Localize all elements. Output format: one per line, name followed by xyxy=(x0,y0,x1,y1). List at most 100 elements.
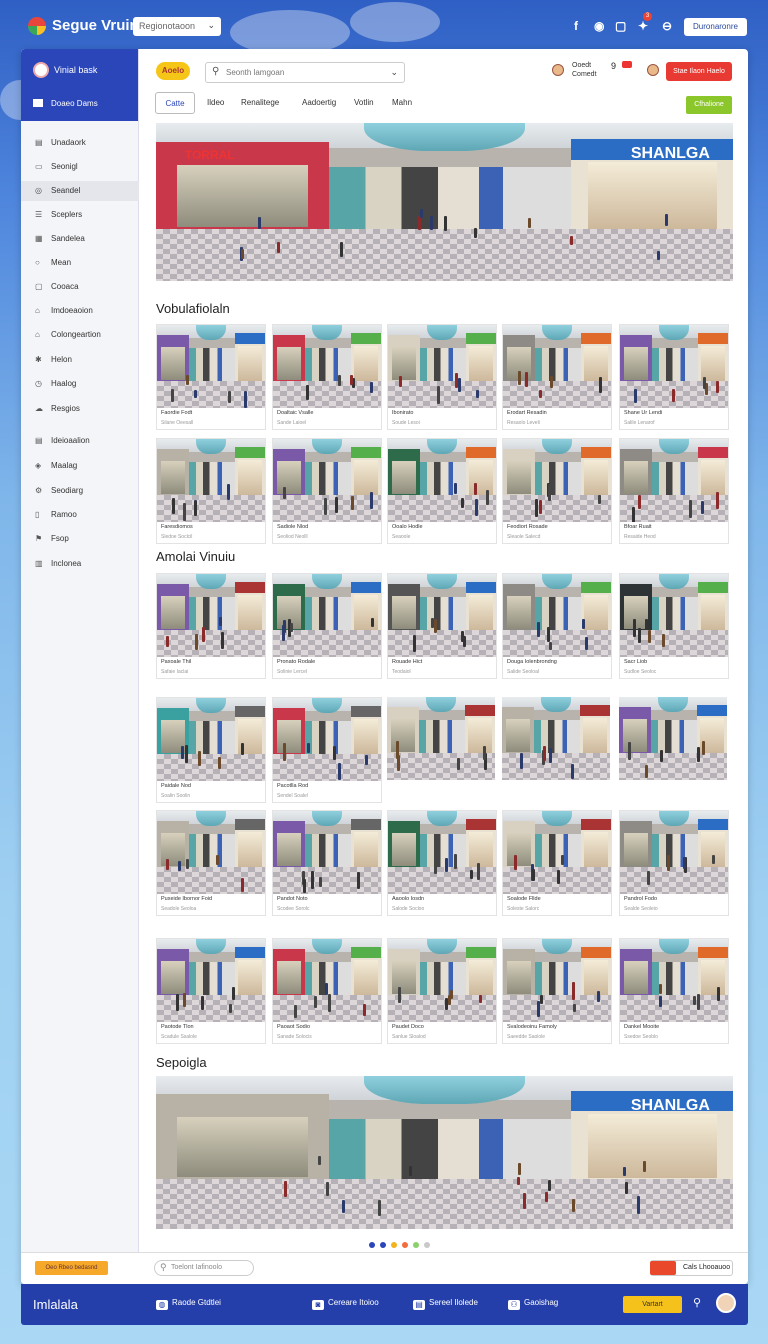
store-window xyxy=(160,832,186,866)
person xyxy=(625,1182,628,1195)
avatar[interactable] xyxy=(33,62,49,78)
carousel-dot[interactable] xyxy=(391,1242,397,1248)
person xyxy=(186,859,190,870)
store-card[interactable]: Pandot Noto Scodee Sorolc xyxy=(272,810,382,916)
carousel-dot[interactable] xyxy=(413,1242,419,1248)
bottom-action-button[interactable]: Vartart xyxy=(623,1296,682,1313)
store-card[interactable]: Douga Iolenbrondng Salide Seoloal xyxy=(502,573,612,679)
avatar[interactable] xyxy=(647,64,659,76)
carousel-image[interactable]: SHANLGA xyxy=(156,1076,733,1229)
bottom-nav-item[interactable]: ◙ Cereare Itoioo xyxy=(312,1298,379,1310)
carousel-dot[interactable] xyxy=(380,1242,386,1248)
minus-icon[interactable]: ⊖ xyxy=(662,19,672,33)
bottom-nav-item[interactable]: ▤ Sereel Ilolede xyxy=(413,1298,478,1310)
sidebar-item[interactable]: ▤ Ideioaalion xyxy=(21,431,139,451)
search-icon[interactable]: ⚲ xyxy=(693,1296,701,1309)
header-action-button[interactable]: Stae Ilaon Haelo xyxy=(666,62,732,81)
store-card[interactable]: Dankel Mooite Ssedoe Seoblo xyxy=(619,938,729,1044)
page-icon: ▯ xyxy=(35,510,40,519)
top-bar: Segue Vruin Regionotaoon ⌄ f ◉ ▢ ✦ 3 ⊖ Du… xyxy=(0,0,768,50)
status-red-chip[interactable] xyxy=(650,1261,676,1275)
store-card[interactable]: Doaltaic Vsalle Sande Laioel xyxy=(272,324,382,430)
facebook-icon[interactable]: f xyxy=(574,19,578,33)
status-button[interactable]: Oeo Rbeo bedasnd xyxy=(35,1261,108,1275)
sidebar-item[interactable]: ◈ Maalag xyxy=(21,456,139,476)
store-card[interactable]: Sacr Liob Sudloe Seoloc xyxy=(619,573,729,679)
store-card[interactable]: Erodart Resadin Resaolo Leveli xyxy=(502,324,612,430)
store-card[interactable]: Ooalo Hodle Seaoole xyxy=(387,438,497,544)
sidebar-item[interactable]: ⚙ Seodiarg xyxy=(21,481,139,501)
sidebar-item[interactable]: ⌂ Colongeartion xyxy=(21,325,139,345)
tab[interactable]: Renalitege xyxy=(241,92,279,114)
bottom-nav-item[interactable]: ⚇ Gaoishag xyxy=(508,1298,558,1310)
search-input[interactable]: ⚲ Seonth lamgoan ⌄ xyxy=(205,62,405,83)
store-card[interactable]: Feodiort Rosade Sleaole Salecd xyxy=(502,438,612,544)
store-card[interactable]: Pacotlla Rod Sendel Soalel xyxy=(272,697,382,803)
sidebar-item[interactable]: ⚑ Fsop xyxy=(21,529,139,549)
store-card[interactable]: Paoaot Sodio Sanade Solocis xyxy=(272,938,382,1044)
store-card[interactable]: Faresdiomos Sledoe Soclcil xyxy=(156,438,266,544)
store-card[interactable]: Paidale Nod Soalin Soolin xyxy=(156,697,266,803)
store-card[interactable]: Paudet Doco Sanlue Sloalod xyxy=(387,938,497,1044)
card-subtitle: Safaie Iaclai xyxy=(161,669,189,675)
sidebar-item[interactable]: ▥ Inclonea xyxy=(21,554,139,574)
card-title: Faordie Fodt xyxy=(161,410,193,416)
storefronts-center xyxy=(420,597,466,631)
store-window xyxy=(391,346,417,380)
sidebar-item[interactable]: ▯ Ramoo xyxy=(21,505,139,525)
store-card[interactable]: Aaoolo Iosdn Salode Socloo xyxy=(387,810,497,916)
store-card[interactable]: Faordie Fodt Silane Oeesall xyxy=(156,324,266,430)
store-card[interactable]: Paxoale Thil Safaie Iaclai xyxy=(156,573,266,679)
card-subtitle: Salode Socloo xyxy=(392,906,425,912)
storefront-left xyxy=(157,448,190,498)
sidebar-item[interactable]: ✱ Helon xyxy=(21,350,139,370)
sidebar-item[interactable]: ◎ Seandel xyxy=(21,181,139,201)
store-card[interactable]: Rouade Hict Teodaiol xyxy=(387,573,497,679)
store-card[interactable]: Shane Ur Lendi Salile Lenarof xyxy=(619,324,729,430)
status-search-input[interactable]: ⚲ Toelont Iafinoolo xyxy=(154,1260,254,1276)
person xyxy=(667,855,671,871)
tab[interactable]: Mahn xyxy=(392,92,412,114)
store-card[interactable]: Paotode Tlon Scadule Ssalole xyxy=(156,938,266,1044)
sidebar-item[interactable]: ○ Mean xyxy=(21,253,139,273)
avatar[interactable] xyxy=(716,1293,736,1313)
region-select[interactable]: Regionotaoon ⌄ xyxy=(133,17,221,36)
carousel-dot[interactable] xyxy=(424,1242,430,1248)
tab[interactable]: Votlin xyxy=(354,92,374,114)
sidebar-item[interactable]: ▤ Unadaork xyxy=(21,133,139,153)
sidebar-item[interactable]: ☰ Sceplers xyxy=(21,205,139,225)
store-card[interactable]: Pandrol Fodo Sealde Seoleio xyxy=(619,810,729,916)
tab[interactable]: Aadoertig xyxy=(302,92,336,114)
person xyxy=(647,629,651,643)
sidebar-item[interactable]: ▦ Sandelea xyxy=(21,229,139,249)
avatar[interactable] xyxy=(552,64,564,76)
status-badge[interactable]: Aoelo xyxy=(156,62,190,80)
store-card[interactable]: Svalodeoinu Famoly Saeedde Saolole xyxy=(502,938,612,1044)
store-card[interactable]: Sadiole Nlod Seoliod Neolll xyxy=(272,438,382,544)
tab[interactable]: Ildeo xyxy=(207,92,224,114)
sidebar-item[interactable]: ◷ Haalog xyxy=(21,374,139,394)
sidebar-item[interactable]: ☁ Resgios xyxy=(21,399,139,419)
instagram-icon[interactable]: ◉ xyxy=(594,19,604,33)
sidebar-subheader[interactable]: Doaeo Dams xyxy=(33,99,98,108)
bottom-nav-item[interactable]: ◍ Raode Gtdtlei xyxy=(156,1298,221,1310)
tab[interactable]: Catte xyxy=(155,92,195,114)
sidebar-item[interactable]: ▭ Seonigl xyxy=(21,157,139,177)
store-card[interactable] xyxy=(387,697,497,781)
top-action-button[interactable]: Duronaronre xyxy=(684,18,747,36)
sidebar-item[interactable]: ▢ Cooaca xyxy=(21,277,139,297)
store-card[interactable] xyxy=(619,697,729,781)
file-icon[interactable]: ▢ xyxy=(615,19,626,33)
store-card[interactable]: Bfoar Ruait Resaide Heod xyxy=(619,438,729,544)
notification-icon[interactable]: ✦ xyxy=(638,19,648,33)
sidebar-item[interactable]: ⌂ Imdoeaoion xyxy=(21,301,139,321)
store-card[interactable]: Pronato Rodale Solinie Lercel xyxy=(272,573,382,679)
carousel-dot[interactable] xyxy=(402,1242,408,1248)
store-card[interactable]: Puxeide Ibornor Foid Seadole Seoloa xyxy=(156,810,266,916)
store-card[interactable]: Ibonirato Soude Lesoi xyxy=(387,324,497,430)
store-card[interactable]: Soalode Fllde Soleste Salorc xyxy=(502,810,612,916)
store-card[interactable] xyxy=(502,697,612,781)
status-search-placeholder: Toelont Iafinoolo xyxy=(171,1264,222,1271)
carousel-dot[interactable] xyxy=(369,1242,375,1248)
green-action-button[interactable]: Cfhalione xyxy=(686,96,732,114)
